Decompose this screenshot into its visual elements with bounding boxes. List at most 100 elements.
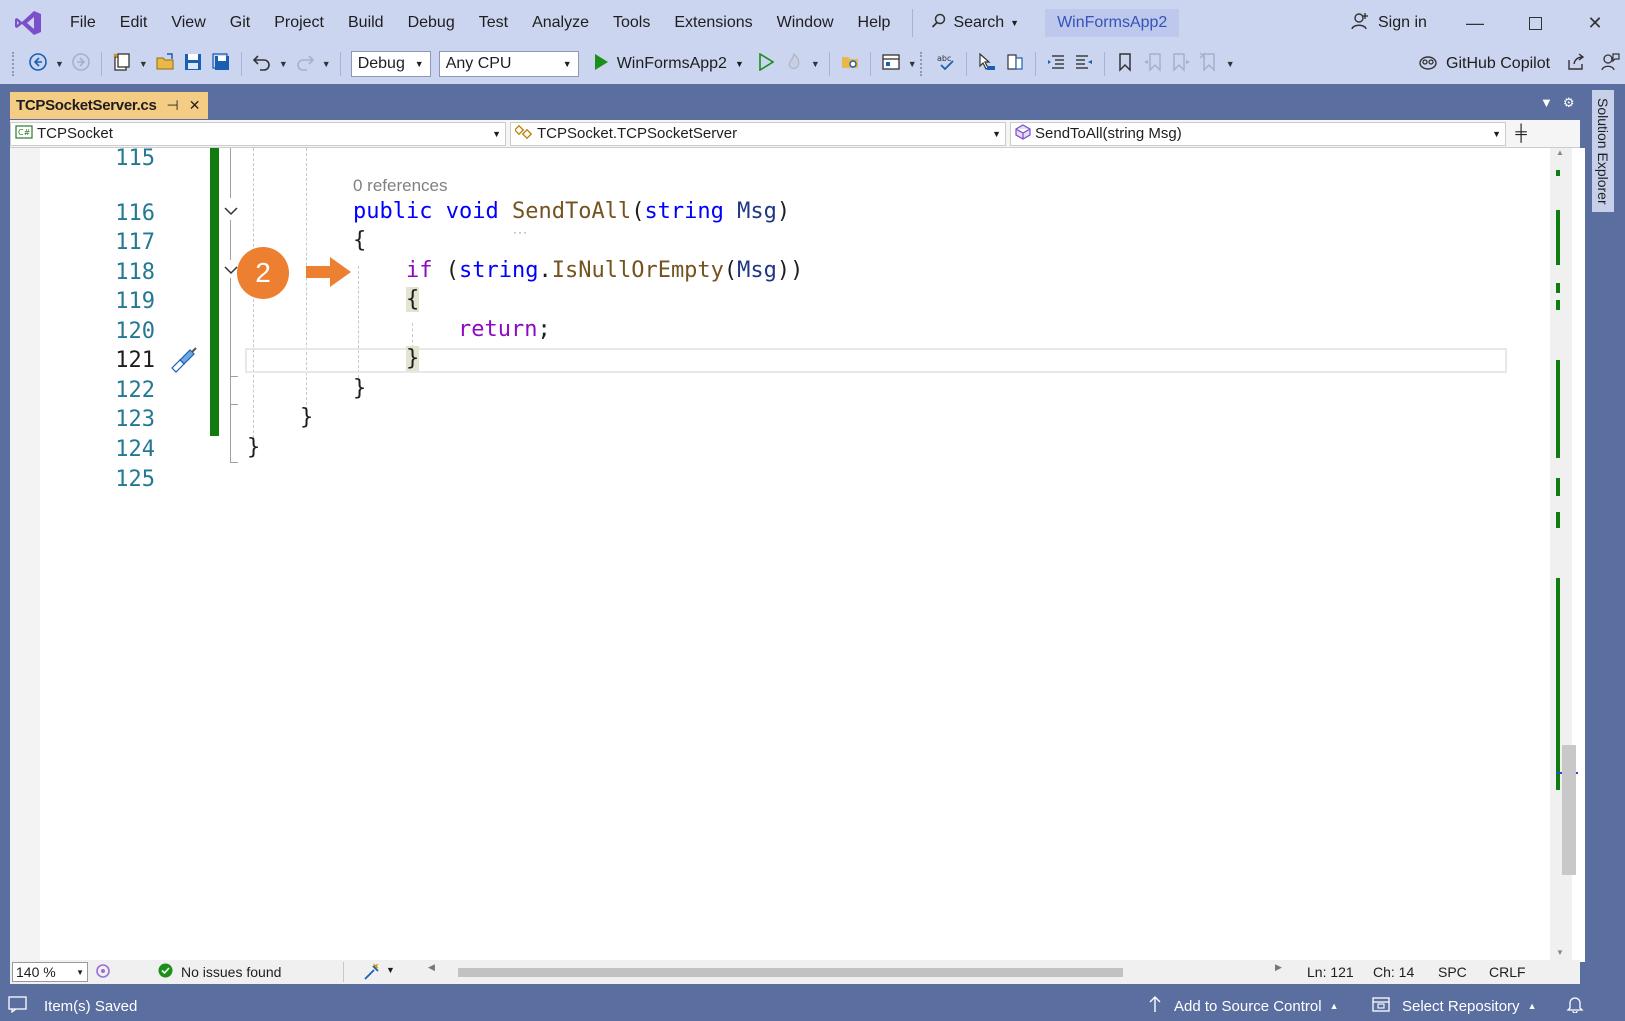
configuration-select[interactable]: Debug ▼ <box>350 51 431 77</box>
scrollbar-thumb[interactable] <box>1562 745 1576 875</box>
step-into-button[interactable] <box>975 51 999 77</box>
scroll-right-arrow[interactable]: ▶ <box>1275 962 1282 973</box>
scroll-down-arrow[interactable]: ▼ <box>1556 948 1564 957</box>
browser-link-button[interactable] <box>879 51 903 77</box>
scroll-left-arrow[interactable]: ◀ <box>428 962 435 973</box>
sign-in-button[interactable]: Sign in <box>1350 8 1427 38</box>
outdent-button[interactable] <box>1044 51 1068 77</box>
source-control-label: Add to Source Control <box>1174 997 1322 1015</box>
chevron-down-icon[interactable]: ▼ <box>908 59 917 69</box>
code-editor[interactable]: 115 116 117 118 119 120 121 122 123 124 … <box>10 146 1585 962</box>
new-project-button[interactable] <box>110 51 134 77</box>
spell-check-button[interactable]: abc <box>934 51 958 77</box>
menu-extensions[interactable]: Extensions <box>662 7 764 39</box>
chevron-down-icon[interactable]: ▼ <box>55 59 64 69</box>
toolbar-grip[interactable] <box>919 52 924 76</box>
menu-build[interactable]: Build <box>336 7 396 39</box>
save-all-button[interactable] <box>209 51 233 77</box>
toggle-bookmark-button[interactable] <box>1113 51 1137 77</box>
tab-tcpsocketserver[interactable]: TCPSocketServer.cs ⊣ ✕ <box>10 92 209 119</box>
open-file-button[interactable] <box>153 51 177 77</box>
solution-explorer-tab[interactable]: Solution Explorer <box>1592 90 1614 212</box>
chevron-down-icon[interactable]: ▼ <box>279 59 288 69</box>
add-to-source-control-button[interactable]: Add to Source Control ▲ <box>1148 995 1339 1017</box>
notifications-button[interactable] <box>1566 995 1584 1017</box>
start-debugging-button[interactable]: WinFormsApp2 ▼ <box>593 53 744 76</box>
search-label: Search <box>953 14 1005 31</box>
punctuation: ; <box>537 317 551 342</box>
code-cleanup-icon[interactable] <box>362 962 382 985</box>
share-icon[interactable] <box>1566 52 1586 77</box>
maximize-button[interactable] <box>1512 6 1558 40</box>
horizontal-scrollbar-thumb[interactable] <box>458 968 1123 977</box>
chevron-down-icon[interactable]: ▼ <box>386 965 395 975</box>
redo-button[interactable] <box>293 51 317 77</box>
clear-bookmarks-button[interactable] <box>1197 51 1221 77</box>
column-indicator[interactable]: Ch: 14 <box>1373 964 1414 980</box>
line-number: 119 <box>115 289 155 314</box>
collapse-chevron-icon[interactable] <box>224 203 238 219</box>
status-text: Item(s) Saved <box>44 997 138 1015</box>
menu-debug[interactable]: Debug <box>396 7 467 39</box>
project-dropdown[interactable]: C# TCPSocket ▼ <box>10 121 506 146</box>
chevron-down-icon[interactable]: ▼ <box>322 59 331 69</box>
gear-icon[interactable]: ⚙ <box>1563 95 1575 111</box>
split-window-button[interactable]: ╪ <box>1510 122 1532 146</box>
visual-studio-logo-icon[interactable] <box>12 8 44 38</box>
toolbar-grip[interactable] <box>12 52 16 76</box>
scroll-up-arrow[interactable]: ▲ <box>1556 148 1564 157</box>
collapse-chevron-icon[interactable] <box>224 262 238 278</box>
method-name: IsNullOrEmpty <box>551 258 724 283</box>
menu-view[interactable]: View <box>159 7 217 39</box>
chevron-down-icon[interactable]: ▼ <box>811 59 820 69</box>
open-in-explorer-button[interactable] <box>838 51 862 77</box>
solution-name[interactable]: WinFormsApp2 <box>1045 9 1180 37</box>
toolbar-overflow-icon[interactable]: ▼ <box>1226 59 1235 69</box>
undo-button[interactable] <box>250 51 274 77</box>
code-lens-references[interactable]: 0 references <box>353 176 448 196</box>
github-copilot-button[interactable]: GitHub Copilot <box>1418 50 1620 78</box>
platform-select[interactable]: Any CPU ▼ <box>438 51 579 77</box>
menu-file[interactable]: File <box>58 7 108 39</box>
menu-git[interactable]: Git <box>218 7 262 39</box>
start-without-debugging-button[interactable] <box>754 51 778 77</box>
class-dropdown[interactable]: TCPSocket.TCPSocketServer ▼ <box>510 121 1006 146</box>
intellicode-icon[interactable] <box>94 962 112 983</box>
hot-reload-button[interactable] <box>782 51 806 77</box>
line-ending-indicator[interactable]: CRLF <box>1489 964 1526 980</box>
document-columns-icon <box>1005 52 1025 76</box>
next-bookmark-button[interactable] <box>1169 51 1193 77</box>
whitespace-indicator[interactable]: SPC <box>1438 964 1467 980</box>
line-indicator[interactable]: Ln: 121 <box>1307 964 1354 980</box>
save-button[interactable] <box>181 51 205 77</box>
menu-test[interactable]: Test <box>467 7 520 39</box>
tab-list-dropdown-icon[interactable]: ▼ <box>1540 95 1553 111</box>
member-dropdown[interactable]: SendToAll(string Msg) ▼ <box>1010 121 1506 146</box>
indent-button[interactable] <box>1072 51 1096 77</box>
menu-tools[interactable]: Tools <box>601 7 662 39</box>
feedback-icon[interactable] <box>1600 52 1620 77</box>
previous-bookmark-button[interactable] <box>1141 51 1165 77</box>
pin-icon[interactable]: ⊣ <box>167 97 179 114</box>
format-document-button[interactable] <box>1003 51 1027 77</box>
minimize-button[interactable]: — <box>1452 6 1498 40</box>
chevron-down-icon: ▼ <box>492 128 501 139</box>
navigate-back-button[interactable] <box>26 51 50 77</box>
search-button[interactable]: Search ▼ <box>923 7 1027 39</box>
select-repository-button[interactable]: Select Repository ▲ <box>1372 995 1536 1017</box>
close-tab-icon[interactable]: ✕ <box>189 97 201 114</box>
menu-project[interactable]: Project <box>262 7 336 39</box>
chevron-down-icon[interactable]: ▼ <box>139 59 148 69</box>
horizontal-scrollbar[interactable]: ◀ ▶ <box>428 962 1320 978</box>
menu-edit[interactable]: Edit <box>108 7 160 39</box>
chevron-down-icon: ▼ <box>734 59 744 69</box>
close-window-button[interactable]: ✕ <box>1572 6 1618 40</box>
selection-margin[interactable] <box>10 148 40 962</box>
zoom-select[interactable]: 140 % ▼ <box>12 962 88 982</box>
issues-indicator[interactable]: No issues found <box>158 963 281 981</box>
navigate-forward-button[interactable] <box>69 51 93 77</box>
menu-window[interactable]: Window <box>765 7 846 39</box>
menu-help[interactable]: Help <box>846 7 903 39</box>
menu-analyze[interactable]: Analyze <box>520 7 601 39</box>
quick-actions-screwdriver-icon[interactable] <box>170 346 198 378</box>
